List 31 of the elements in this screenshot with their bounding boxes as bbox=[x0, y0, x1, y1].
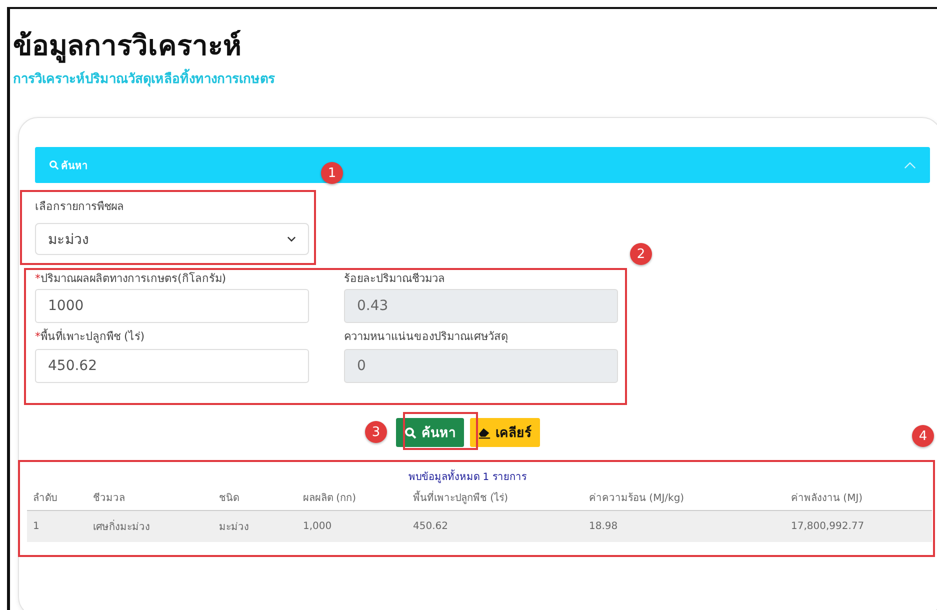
table-cell: มะม่วง bbox=[213, 510, 297, 542]
table-cell: 1 bbox=[27, 510, 87, 542]
field-label: *ปริมาณผลผลิตทางการเกษตร(กิโลกรัม) bbox=[35, 271, 228, 285]
search-icon bbox=[49, 160, 59, 170]
chevron-icon bbox=[904, 162, 916, 168]
table-cell: 17,800,992.77 bbox=[785, 510, 932, 542]
input-field[interactable]: 450.62 bbox=[35, 349, 309, 383]
input-field[interactable]: 1000 bbox=[35, 289, 309, 323]
readonly-field[interactable]: 0 bbox=[344, 349, 618, 383]
crop-select[interactable]: มะม่วง bbox=[35, 223, 309, 255]
search-button[interactable]: ค้นหา bbox=[396, 418, 464, 447]
table-cell: 18.98 bbox=[583, 510, 785, 542]
page-subtitle: การวิเคราะห์ปริมาณวัสดุเหลือทิ้งทางการเกษตร bbox=[13, 68, 937, 89]
table-cell: 450.62 bbox=[407, 510, 583, 542]
search-icon bbox=[404, 426, 416, 438]
table-cell: 1,000 bbox=[297, 510, 407, 542]
number-badge: 4 bbox=[912, 425, 934, 447]
result-count: พบข้อมูลทั้งหมด 1 รายการ bbox=[35, 469, 930, 484]
chevron-icon bbox=[287, 236, 296, 242]
field-label: *พื้นที่เพาะปลูกพืช (ไร่) bbox=[35, 328, 146, 343]
number-badge: 2 bbox=[630, 243, 652, 265]
panel-title: ค้นหา bbox=[61, 159, 88, 172]
field-label: ร้อยละปริมาณชีวมวล bbox=[344, 271, 446, 285]
number-badge: 3 bbox=[365, 421, 387, 443]
eraser-icon bbox=[478, 426, 490, 438]
field-label: ความหนาแน่นของปริมาณเศษวัสดุ bbox=[344, 329, 509, 343]
field-label: เลือกรายการพืชผล bbox=[35, 199, 125, 213]
readonly-field[interactable]: 0.43 bbox=[344, 289, 618, 323]
page-title: ข้อมูลการวิเคราะห์ bbox=[12, 28, 242, 64]
table-cell: เศษกิ่งมะม่วง bbox=[87, 510, 213, 542]
clear-button[interactable]: เคลียร์ bbox=[470, 418, 540, 447]
